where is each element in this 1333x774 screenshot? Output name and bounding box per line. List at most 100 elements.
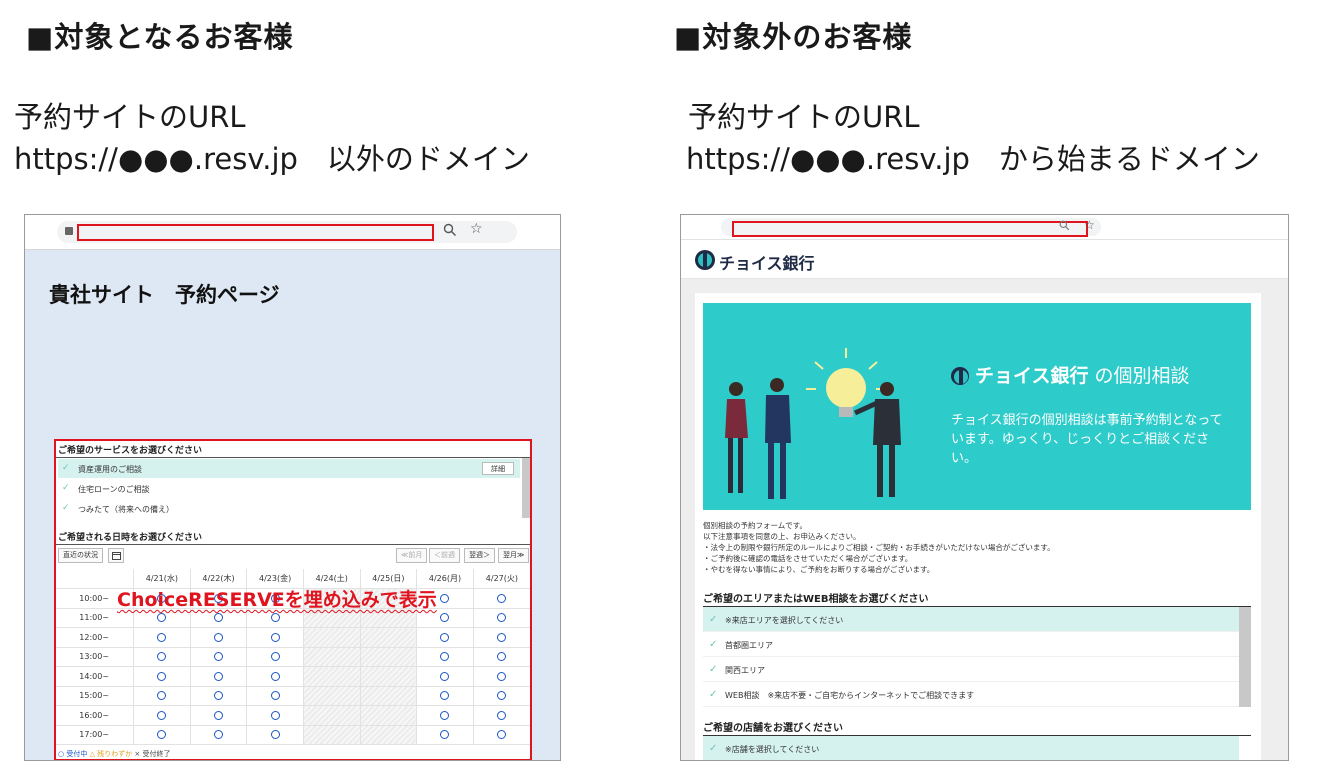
check-icon: ✓ bbox=[709, 664, 718, 675]
hero-description: チョイス銀行の個別相談は事前予約制となっています。ゆっくり、じっくりとご相談くだ… bbox=[951, 413, 1223, 466]
divider bbox=[56, 457, 530, 458]
open-slot[interactable] bbox=[440, 593, 450, 603]
open-slot[interactable] bbox=[497, 632, 507, 642]
detail-button[interactable]: 詳細 bbox=[482, 462, 514, 475]
open-slot[interactable] bbox=[213, 613, 223, 623]
open-slot[interactable] bbox=[157, 671, 167, 681]
zoom-icon[interactable] bbox=[443, 223, 457, 241]
open-slot[interactable] bbox=[270, 652, 280, 662]
area-section-title: ご希望のエリアまたはWEB相談をお選びください bbox=[703, 594, 929, 605]
legend-open: ○ 受付中 bbox=[58, 750, 88, 758]
right-browser-mockup: ☆ チョイス銀行 チョイス銀行 の個別相談 チョイス銀行の個別相談は事前予約制と… bbox=[680, 214, 1289, 761]
open-slot[interactable] bbox=[157, 632, 167, 642]
service-option-label: 資産運用のご相談 bbox=[78, 465, 142, 474]
hero-banner: チョイス銀行 の個別相談 チョイス銀行の個別相談は事前予約制となっています。ゆっ… bbox=[703, 303, 1251, 510]
next-week-button[interactable]: 翌週＞ bbox=[464, 548, 495, 563]
time-label: 15:00~ bbox=[56, 686, 134, 706]
star-icon[interactable]: ☆ bbox=[470, 221, 483, 237]
browser-toolbar: ☆ bbox=[25, 215, 560, 250]
area-option[interactable]: ✓ 首都圏エリア bbox=[703, 632, 1239, 657]
open-slot[interactable] bbox=[440, 632, 450, 642]
area-option[interactable]: ✓ 関西エリア bbox=[703, 657, 1239, 682]
area-option[interactable]: ✓ ※来店エリアを選択してください bbox=[703, 607, 1239, 632]
scrollbar[interactable] bbox=[522, 458, 530, 518]
zoom-icon[interactable] bbox=[1059, 220, 1070, 234]
datetime-section-title: ご希望される日時をお選びください bbox=[58, 533, 203, 543]
service-option-label: 住宅ローンのご相談 bbox=[78, 485, 150, 494]
open-slot[interactable] bbox=[270, 613, 280, 623]
open-slot[interactable] bbox=[497, 652, 507, 662]
time-label: 16:00~ bbox=[56, 705, 134, 726]
open-slot[interactable] bbox=[440, 730, 450, 740]
store-section-title: ご希望の店舗をお選びください bbox=[703, 723, 843, 734]
calendar-icon[interactable] bbox=[108, 548, 124, 563]
site-header: チョイス銀行 bbox=[681, 241, 1288, 279]
left-heading: ■対象となるお客様 bbox=[26, 20, 294, 54]
open-slot[interactable] bbox=[270, 730, 280, 740]
service-option[interactable]: ✓ 資産運用のご相談 詳細 bbox=[58, 459, 520, 478]
left-browser-mockup: ☆ 貴社サイト 予約ページ ご希望のサービスをお選びください ✓ 資産運用のご相… bbox=[24, 214, 561, 761]
left-url-text: https://●●●.resv.jp 以外のドメイン bbox=[14, 142, 530, 176]
prev-month-button[interactable]: ≪前月 bbox=[396, 548, 428, 563]
store-option-label: ※店舗を選択してください bbox=[725, 745, 820, 754]
client-page-title: 貴社サイト 予約ページ bbox=[49, 283, 280, 307]
star-icon[interactable]: ☆ bbox=[1084, 218, 1095, 232]
open-slot[interactable] bbox=[270, 691, 280, 701]
check-icon: ✓ bbox=[709, 639, 718, 650]
time-slot-row: 15:00~ bbox=[56, 686, 530, 706]
open-slot[interactable] bbox=[497, 593, 507, 603]
area-option-label: 関西エリア bbox=[725, 666, 765, 675]
open-slot[interactable] bbox=[270, 671, 280, 681]
open-slot[interactable] bbox=[440, 613, 450, 623]
service-option[interactable]: ✓ つみたて（将来への備え） bbox=[58, 499, 520, 518]
open-slot[interactable] bbox=[497, 730, 507, 740]
browser-toolbar: ☆ bbox=[681, 215, 1288, 240]
service-option[interactable]: ✓ 住宅ローンのご相談 bbox=[58, 479, 520, 498]
service-section-title: ご希望のサービスをお選びください bbox=[58, 446, 203, 456]
open-slot[interactable] bbox=[213, 710, 223, 720]
open-slot[interactable] bbox=[497, 691, 507, 701]
nearby-status-button[interactable]: 直近の状況 bbox=[58, 548, 103, 563]
open-slot[interactable] bbox=[213, 652, 223, 662]
open-slot[interactable] bbox=[157, 613, 167, 623]
open-slot[interactable] bbox=[213, 691, 223, 701]
open-slot[interactable] bbox=[213, 632, 223, 642]
open-slot[interactable] bbox=[497, 613, 507, 623]
time-slot-row: 14:00~ bbox=[56, 666, 530, 687]
open-slot[interactable] bbox=[440, 710, 450, 720]
time-slot-row: 12:00~ bbox=[56, 627, 530, 648]
area-option[interactable]: ✓ WEB相談 ※来店不要・ご自宅からインターネットでご相談できます bbox=[703, 682, 1239, 707]
site-content: チョイス銀行 の個別相談 チョイス銀行の個別相談は事前予約制となっています。ゆっ… bbox=[681, 279, 1288, 760]
embed-annotation-label: ChoiceRESERVEを埋め込みで表示 bbox=[117, 589, 437, 611]
open-slot[interactable] bbox=[270, 710, 280, 720]
prev-week-button[interactable]: ＜前週 bbox=[429, 548, 460, 563]
service-option-label: つみたて（将来への備え） bbox=[78, 505, 174, 514]
open-slot[interactable] bbox=[270, 632, 280, 642]
open-slot[interactable] bbox=[440, 652, 450, 662]
legend-few: △ 残りわずか bbox=[89, 750, 133, 758]
open-slot[interactable] bbox=[440, 691, 450, 701]
next-month-button[interactable]: 翌月≫ bbox=[498, 548, 530, 563]
check-icon: ✓ bbox=[709, 743, 718, 754]
open-slot[interactable] bbox=[440, 671, 450, 681]
open-slot[interactable] bbox=[497, 671, 507, 681]
check-icon: ✓ bbox=[62, 483, 70, 493]
open-slot[interactable] bbox=[157, 691, 167, 701]
check-icon: ✓ bbox=[62, 463, 70, 473]
reservation-form-card: チョイス銀行 の個別相談 チョイス銀行の個別相談は事前予約制となっています。ゆっ… bbox=[695, 293, 1261, 760]
brand-name[interactable]: チョイス銀行 bbox=[719, 250, 815, 274]
scrollbar[interactable] bbox=[1239, 607, 1251, 707]
hero-suffix: の個別相談 bbox=[1088, 365, 1190, 387]
open-slot[interactable] bbox=[497, 710, 507, 720]
open-slot[interactable] bbox=[157, 652, 167, 662]
open-slot[interactable] bbox=[213, 671, 223, 681]
slot-legend: ○ 受付中 △ 残りわずか × 受付終了 bbox=[58, 749, 171, 759]
notice-line: ・やむを得ない事情により、ご予約をお断りする場合がございます。 bbox=[703, 565, 935, 574]
open-slot[interactable] bbox=[213, 730, 223, 740]
open-slot[interactable] bbox=[157, 730, 167, 740]
store-option[interactable]: ✓ ※店舗を選択してください bbox=[703, 736, 1239, 760]
time-label: 13:00~ bbox=[56, 647, 134, 667]
area-option-label: ※来店エリアを選択してください bbox=[725, 616, 844, 625]
open-slot[interactable] bbox=[157, 710, 167, 720]
area-option-label: 首都圏エリア bbox=[725, 641, 773, 650]
